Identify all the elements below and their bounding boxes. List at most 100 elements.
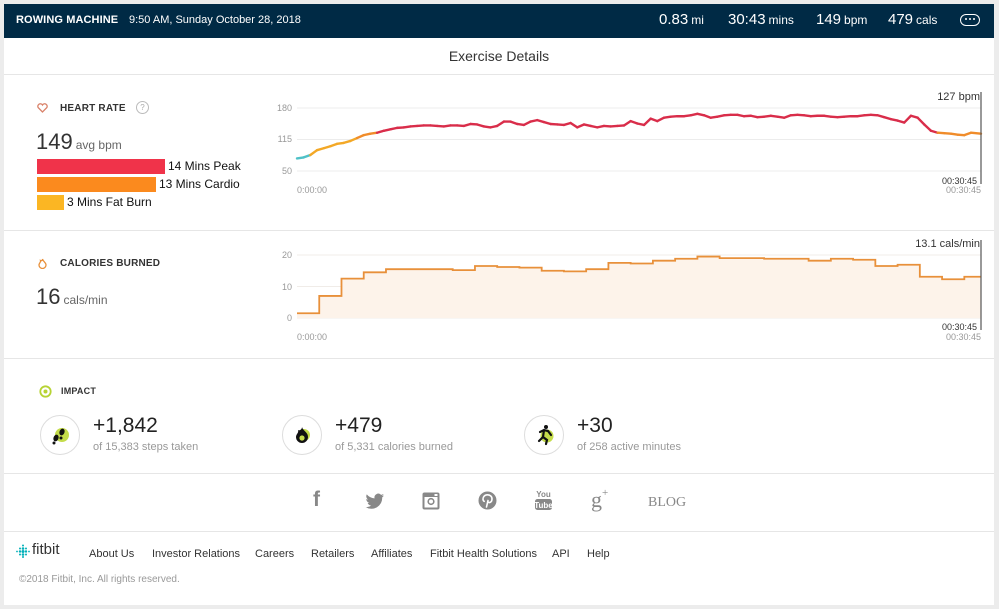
logo-dot xyxy=(25,547,27,550)
hr-segment xyxy=(589,124,599,129)
zone-label-peak: 14 Mins Peak xyxy=(168,159,241,173)
stat-distance: 0.83 mi xyxy=(659,11,704,28)
zone-label-fat-burn: 3 Mins Fat Burn xyxy=(67,195,152,209)
stat-value: 0.83 xyxy=(659,11,689,28)
hr-segment xyxy=(482,125,492,129)
avg-heart-rate-value: 149 xyxy=(36,129,73,154)
calories-impact-value: +479 xyxy=(335,414,383,437)
calories-step-line xyxy=(297,255,981,315)
footer-link-about-us[interactable]: About Us xyxy=(89,548,134,560)
hr-segment xyxy=(963,131,973,137)
divider xyxy=(4,230,994,231)
footer-link-careers[interactable]: Careers xyxy=(255,548,294,560)
hr-segment xyxy=(495,120,506,128)
y-tick-50: 50 xyxy=(281,166,292,176)
pinterest-icon[interactable] xyxy=(478,491,497,510)
hr-segment xyxy=(642,117,652,127)
hr-segment xyxy=(909,114,919,119)
hr-segment xyxy=(682,114,692,118)
exercise-summary-bar: ROWING MACHINE 9:50 AM, Sunday October 2… xyxy=(4,4,994,38)
hr-segment xyxy=(536,118,546,124)
hr-segment xyxy=(896,119,906,124)
footer-link-investor-relations[interactable]: Investor Relations xyxy=(152,548,240,560)
calories-impact-subtitle: of 5,331 calories burned xyxy=(335,441,454,453)
hr-segment xyxy=(375,129,385,134)
footer-link-fitbit-health-solutions[interactable]: Fitbit Health Solutions xyxy=(430,548,537,560)
heart-rate-chart[interactable] xyxy=(4,4,994,604)
hr-segment xyxy=(596,124,606,129)
page: ROWING MACHINE 9:50 AM, Sunday October 2… xyxy=(4,4,994,605)
zone-bar-fat-burn xyxy=(37,195,64,210)
hr-segment xyxy=(662,115,672,119)
hr-segment xyxy=(355,133,365,140)
hr-segment xyxy=(636,122,646,127)
hr-segment xyxy=(709,115,719,119)
hr-segment xyxy=(916,116,926,126)
more-icon-dot xyxy=(965,18,967,20)
fitbit-logo-icon xyxy=(16,544,30,558)
hr-segment xyxy=(629,119,639,125)
hr-segment xyxy=(516,122,526,127)
steps-impact-value: +1,842 xyxy=(93,414,158,437)
facebook-icon[interactable]: f xyxy=(313,488,320,512)
y-tick-180: 180 xyxy=(276,103,292,113)
hr-segment xyxy=(349,136,359,143)
flame-icon xyxy=(296,427,310,443)
y-tick-20: 20 xyxy=(281,250,292,260)
hr-segment xyxy=(889,117,899,122)
end-time: 00:30:45 xyxy=(946,185,982,195)
hr-segment xyxy=(883,116,893,121)
calories-rate-value: 16 xyxy=(36,284,61,309)
hr-segment xyxy=(402,125,412,129)
heart-icon xyxy=(37,103,48,113)
logo-dot xyxy=(25,553,27,556)
cursor-time: 00:30:45 xyxy=(942,322,978,332)
runner-icon xyxy=(537,425,554,446)
calories-rate-unit: cals/min xyxy=(63,293,108,307)
calories-chart[interactable] xyxy=(4,4,994,604)
google-plus-icon[interactable]: g+ xyxy=(591,487,608,513)
more-options-button[interactable] xyxy=(960,14,980,26)
footsteps-icon-circle xyxy=(40,415,80,455)
stat-unit: bpm xyxy=(844,13,868,27)
instagram-icon[interactable] xyxy=(422,492,440,510)
hr-segment xyxy=(929,129,939,134)
calories-readout: 13.1 cals/min xyxy=(915,238,980,250)
logo-dot xyxy=(28,550,30,553)
footer-link-retailers[interactable]: Retailers xyxy=(311,548,354,560)
y-tick-115: 115 xyxy=(277,134,292,144)
blog-link[interactable]: BLOG xyxy=(648,495,686,511)
hr-segment xyxy=(856,114,866,118)
y-tick-0: 0 xyxy=(286,313,292,323)
hr-segment xyxy=(369,131,379,135)
zone-bar-peak xyxy=(37,159,165,174)
more-icon-dot xyxy=(973,18,975,20)
hr-segment xyxy=(389,126,399,131)
hr-segment xyxy=(736,113,746,118)
footer-link-help[interactable]: Help xyxy=(587,548,610,560)
hr-segment xyxy=(462,122,472,128)
avg-heart-rate: 149 avg bpm xyxy=(36,129,122,155)
footsteps-icon xyxy=(52,428,69,445)
activity-name: ROWING MACHINE xyxy=(16,14,119,26)
footer-link-affiliates[interactable]: Affiliates xyxy=(371,548,412,560)
stat-unit: mins xyxy=(768,13,794,27)
fitbit-logo-text[interactable]: fitbit xyxy=(32,541,60,558)
stat-value: 149 xyxy=(816,11,842,28)
stat-duration: 30:43 mins xyxy=(728,11,794,28)
youtube-icon[interactable]: You Tube xyxy=(534,488,553,512)
footer xyxy=(4,531,994,605)
logo-dot xyxy=(21,547,25,550)
twitter-icon[interactable] xyxy=(365,493,385,509)
copyright: ©2018 Fitbit, Inc. All rights reserved. xyxy=(19,574,180,585)
help-icon[interactable]: ? xyxy=(136,101,149,114)
page-title: Exercise Details xyxy=(448,48,550,64)
footer-link-api[interactable]: API xyxy=(552,548,570,560)
hr-segment xyxy=(923,123,933,132)
hr-segment xyxy=(822,114,833,118)
hr-segment xyxy=(309,148,319,157)
hr-segment xyxy=(489,124,499,129)
hr-segment xyxy=(622,119,632,127)
calories-label: CALORIES BURNED xyxy=(60,258,161,269)
activity-datetime: 9:50 AM, Sunday October 28, 2018 xyxy=(129,14,301,26)
